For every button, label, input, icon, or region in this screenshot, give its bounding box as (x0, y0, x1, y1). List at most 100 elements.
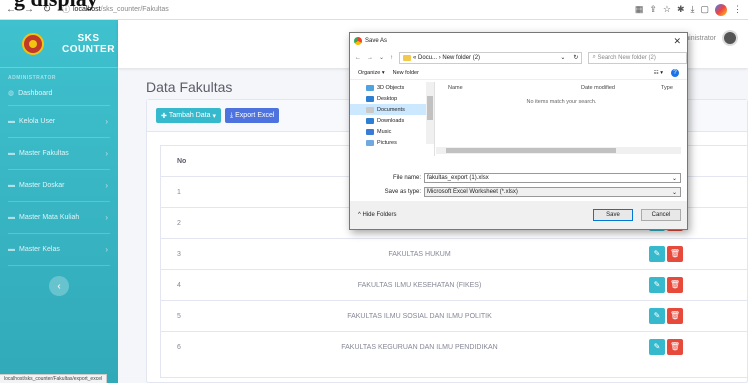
window-icon[interactable]: ▢ (700, 4, 709, 15)
sidebar-item-master-doskar[interactable]: ▬ Master Doskar › (0, 170, 118, 201)
save-type-select[interactable]: Microsoft Excel Worksheet (*.xlsx) ⌄ (424, 187, 681, 197)
edit-button[interactable]: ✎ (649, 246, 665, 262)
brand-line1: SKS (77, 32, 100, 44)
sidebar-item-master-fakultas[interactable]: ▬ Master Fakultas › (0, 138, 118, 169)
document-icon (366, 106, 374, 113)
chevron-down-icon[interactable]: ⌄ (672, 189, 677, 196)
save-type-label: Save as type: (384, 189, 421, 195)
delete-button[interactable]: 🗑 (667, 277, 683, 293)
tree-item-documents[interactable]: Documents (350, 104, 432, 115)
file-name-value: fakultas_export (1).xlsx (427, 175, 489, 181)
sidebar-item-label: Dashboard (18, 89, 53, 97)
column-name[interactable]: Name (436, 85, 581, 91)
download-icon (366, 117, 374, 124)
brand-line2: COUNTER (62, 43, 115, 55)
hide-folders-button[interactable]: ^ Hide Folders (358, 212, 397, 218)
tree-item-pictures[interactable]: Pictures (350, 137, 434, 148)
tree-item-downloads[interactable]: Downloads (350, 115, 434, 126)
column-type[interactable]: Type (661, 85, 673, 91)
menu-icon[interactable]: ⋮ (733, 4, 742, 15)
table-row: 4 FAKULTAS ILMU KESEHATAN (FIKES) ✎ 🗑 (160, 269, 748, 301)
row-no: 4 (160, 269, 210, 301)
chevron-right-icon: › (105, 117, 108, 126)
sidebar-item-master-kelas[interactable]: ▬ Master Kelas › (0, 234, 118, 265)
edit-button[interactable]: ✎ (649, 339, 665, 356)
status-url: localhost/sks_counter/Fakultas/export_ex… (0, 374, 108, 383)
tree-item-label: Desktop (377, 95, 398, 102)
tree-item-label: 3D Objects (377, 84, 405, 91)
edit-button[interactable]: ✎ (649, 277, 665, 293)
help-icon[interactable]: ? (671, 68, 679, 77)
row-no: 2 (160, 207, 210, 239)
file-list-header: Name Date modified Type (436, 82, 687, 93)
back-icon[interactable]: ← (355, 55, 361, 61)
sidebar-item-master-mata-kuliah[interactable]: ▬ Master Mata Kuliah › (0, 202, 118, 233)
file-name-input[interactable]: fakultas_export (1).xlsx ⌄ (424, 173, 681, 183)
row-no: 6 (160, 331, 210, 363)
sidebar-toggle-button[interactable]: ‹ (49, 276, 69, 296)
delete-button[interactable]: 🗑 (667, 339, 683, 356)
logo-icon (22, 32, 44, 55)
extensions-icon[interactable]: ✱ (677, 4, 685, 15)
edit-button[interactable]: ✎ (649, 308, 665, 324)
column-date-modified[interactable]: Date modified (581, 85, 661, 91)
chevron-down-icon[interactable]: ⌄ (379, 54, 384, 61)
delete-button[interactable]: 🗑 (667, 308, 683, 324)
cancel-button[interactable]: Cancel (641, 209, 681, 221)
empty-message: No items match your search. (526, 99, 597, 105)
forward-icon[interactable]: → (367, 55, 373, 61)
add-data-button[interactable]: ✚ Tambah Data ▾ (156, 108, 222, 123)
overflow-heading: g display (14, 0, 98, 12)
tree-item-music[interactable]: Music (350, 126, 434, 137)
delete-button[interactable]: 🗑 (667, 246, 683, 262)
export-excel-button[interactable]: ⤓ Export Excel (225, 108, 280, 123)
download-icon[interactable]: ⤓ (691, 4, 695, 15)
tree-scrollbar[interactable] (426, 82, 434, 144)
brand[interactable]: SKS COUNTER (0, 20, 118, 68)
chrome-icon (354, 37, 362, 45)
star-icon[interactable]: ☆ (663, 4, 671, 15)
chevron-up-icon: ^ (358, 212, 361, 218)
chevron-down-icon[interactable]: ⌄ (672, 175, 677, 182)
chevron-left-icon: ‹ (57, 280, 61, 292)
sidebar-item-dashboard[interactable]: ◍ Dashboard (0, 81, 118, 105)
dialog-title: Save As (365, 38, 388, 44)
profile-icon[interactable] (715, 3, 727, 16)
chevron-right-icon: › (105, 213, 108, 222)
new-folder-button[interactable]: New folder (393, 70, 419, 76)
export-excel-label: Export Excel (235, 112, 275, 119)
folder-icon: ▬ (8, 118, 15, 125)
up-arrow-icon[interactable]: ↑ (390, 55, 393, 61)
share-icon[interactable]: ⇪ (649, 4, 657, 15)
sidebar-item-label: Master Doskar (19, 182, 65, 189)
horizontal-scrollbar[interactable] (436, 147, 681, 154)
tree-item-3d-objects[interactable]: 3D Objects (350, 82, 434, 93)
row-no: 5 (160, 300, 210, 332)
table-row: 5 FAKULTAS ILMU SOSIAL DAN ILMU POLITIK … (160, 300, 748, 332)
caret-down-icon: ▾ (212, 112, 217, 120)
chevron-down-icon[interactable]: ⌄ (560, 54, 565, 61)
save-button[interactable]: Save (593, 209, 633, 221)
search-input[interactable]: ⌕ Search New folder (2) (588, 51, 687, 64)
url-path: /sks_counter/Fakultas (100, 6, 169, 13)
translate-icon[interactable]: ▦ (635, 4, 644, 15)
sidebar-item-kelola-user[interactable]: ▬ Kelola User › (0, 106, 118, 137)
close-icon[interactable]: ✕ (673, 36, 681, 47)
dialog-titlebar[interactable]: Save As ✕ (350, 33, 687, 49)
refresh-icon[interactable]: ↻ (573, 54, 578, 61)
row-name: FAKULTAS KEGURUAN DAN ILMU PENDIDIKAN (210, 331, 629, 363)
sidebar: SKS COUNTER ADMINISTRATOR ◍ Dashboard ▬ … (0, 20, 118, 383)
add-data-label: Tambah Data (168, 112, 211, 119)
sidebar-section-label: ADMINISTRATOR (8, 75, 56, 81)
page-title: Data Fakultas (146, 79, 233, 95)
path-bar[interactable]: « Docu... › New folder (2) ⌄ ↻ (399, 51, 583, 64)
tree-item-desktop[interactable]: Desktop (350, 93, 434, 104)
dashboard-icon: ◍ (8, 90, 15, 97)
view-options-icon[interactable]: ☷ ▾ (654, 70, 663, 76)
tree-item-label: Documents (377, 106, 405, 113)
folder-icon: ▬ (8, 150, 15, 157)
search-placeholder: Search New folder (2) (597, 54, 656, 61)
dialog-nav: ← → ⌄ ↑ « Docu... › New folder (2) ⌄ ↻ ⌕… (350, 49, 687, 66)
tree-item-label: Pictures (377, 139, 397, 146)
organize-button[interactable]: Organize ▾ (358, 70, 385, 76)
